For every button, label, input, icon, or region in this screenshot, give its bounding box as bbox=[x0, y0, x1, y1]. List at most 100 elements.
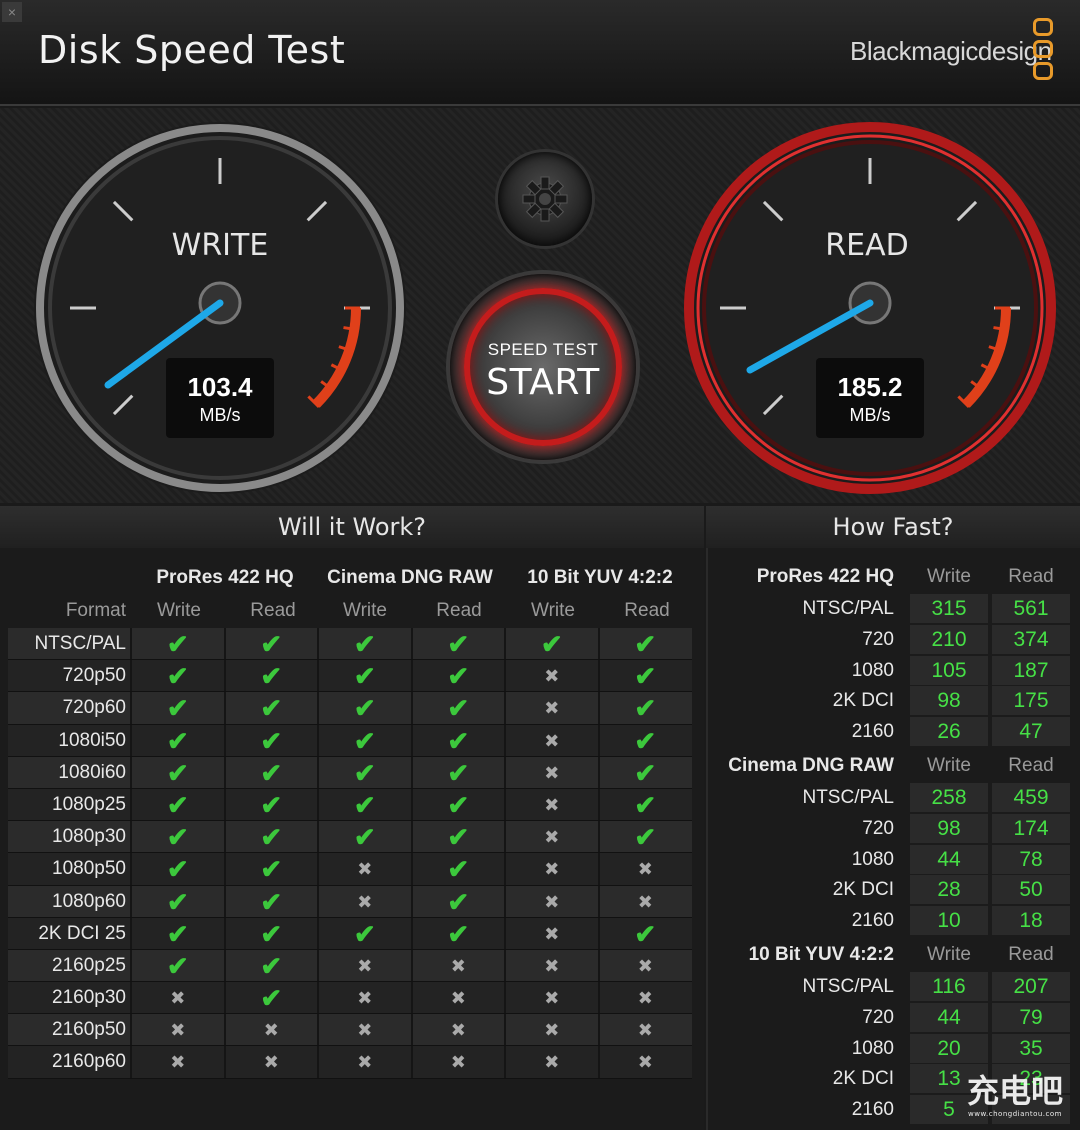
table-row: 1080p25 ✔ ✔ ✔ ✔ ✖ ✔ bbox=[8, 788, 692, 822]
read-speed-unit: MB/s bbox=[849, 405, 891, 425]
table-row: 2160p60 ✖ ✖ ✖ ✖ ✖ ✖ bbox=[8, 1046, 692, 1079]
checkmark-icon: ✔ bbox=[410, 628, 505, 660]
start-button-ring[interactable]: SPEED TEST START bbox=[464, 288, 622, 446]
cross-icon: ✖ bbox=[597, 982, 692, 1014]
write-speed-cell: 10 bbox=[910, 906, 988, 936]
cross-icon: ✖ bbox=[317, 949, 411, 982]
group-header-prores: ProRes 422 HQ bbox=[156, 567, 294, 588]
cross-icon: ✖ bbox=[130, 1046, 224, 1078]
write-speed-cell: 315 bbox=[910, 594, 988, 623]
cross-icon: ✖ bbox=[504, 660, 598, 692]
start-button[interactable]: SPEED TEST START bbox=[450, 274, 636, 460]
write-speed-cell: 258 bbox=[910, 783, 988, 812]
checkmark-icon: ✔ bbox=[130, 917, 224, 949]
cross-icon: ✖ bbox=[410, 1046, 505, 1078]
speed-format-label: 2160 bbox=[851, 910, 894, 932]
read-speed-cell: 207 bbox=[992, 972, 1070, 1001]
format-label: NTSC/PAL bbox=[34, 633, 126, 654]
speed-format-label: 1080 bbox=[851, 848, 894, 870]
checkmark-icon: ✔ bbox=[223, 821, 318, 853]
write-speed-cell: 44 bbox=[910, 1002, 988, 1032]
table-row: 720p60 ✔ ✔ ✔ ✔ ✖ ✔ bbox=[8, 692, 692, 725]
format-label: 720p60 bbox=[62, 697, 126, 719]
sub-header-read: Read bbox=[436, 600, 482, 621]
checkmark-icon: ✔ bbox=[130, 821, 224, 853]
speed-group-header: Cinema DNG RAW bbox=[728, 755, 894, 776]
read-speed-cell: 35 bbox=[992, 1033, 1070, 1063]
cross-icon: ✖ bbox=[504, 821, 598, 853]
speed-row: 2K DCI 98 175 bbox=[706, 686, 1080, 717]
cross-icon: ✖ bbox=[597, 853, 692, 885]
sub-header-write: Write bbox=[157, 600, 201, 621]
cross-icon: ✖ bbox=[317, 885, 411, 917]
cross-icon: ✖ bbox=[317, 853, 411, 885]
read-speed-cell: 47 bbox=[992, 717, 1070, 747]
speed-format-label: 2160 bbox=[851, 721, 894, 743]
checkmark-icon: ✔ bbox=[597, 788, 692, 821]
checkmark-icon: ✔ bbox=[597, 917, 692, 949]
format-label: 1080p30 bbox=[52, 826, 126, 848]
table-row: 720p50 ✔ ✔ ✔ ✔ ✖ ✔ bbox=[8, 660, 692, 693]
checkmark-icon: ✔ bbox=[130, 628, 224, 660]
cross-icon: ✖ bbox=[504, 1014, 598, 1046]
checkmark-icon: ✔ bbox=[597, 660, 692, 692]
write-speed-cell: 98 bbox=[910, 686, 988, 716]
checkmark-icon: ✔ bbox=[597, 821, 692, 853]
read-speed-cell: 18 bbox=[992, 906, 1070, 936]
checkmark-icon: ✔ bbox=[317, 692, 411, 724]
settings-button[interactable] bbox=[498, 152, 592, 246]
read-speed-cell: 174 bbox=[992, 813, 1070, 843]
format-label: 1080p60 bbox=[52, 890, 126, 912]
write-gauge bbox=[34, 122, 406, 494]
speed-format-label: NTSC/PAL bbox=[802, 976, 894, 997]
table-row: 2160p25 ✔ ✔ ✖ ✖ ✖ ✖ bbox=[8, 949, 692, 983]
checkmark-icon: ✔ bbox=[410, 917, 505, 949]
checkmark-icon: ✔ bbox=[130, 949, 224, 982]
speed-row: 720 210 374 bbox=[706, 624, 1080, 656]
cross-icon: ✖ bbox=[130, 1014, 224, 1046]
watermark-url: www.chongdiantou.com bbox=[968, 1110, 1062, 1118]
read-gauge bbox=[684, 122, 1056, 494]
cross-icon: ✖ bbox=[597, 1014, 692, 1046]
title-bar: × Disk Speed Test Blackmagicdesign bbox=[0, 0, 1080, 106]
checkmark-icon: ✔ bbox=[130, 853, 224, 885]
speed-format-label: 2K DCI bbox=[832, 1068, 894, 1090]
format-label: 2K DCI 25 bbox=[38, 922, 126, 944]
start-button-label: START bbox=[486, 362, 600, 403]
compatibility-grid: NTSC/PAL ✔ ✔ ✔ ✔ ✔ ✔ 720p50 ✔ ✔ ✔ ✔ ✖ ✔ 720p60 ✔ ✔ ✔ ✔ ✖ ✔ 10… bbox=[8, 628, 692, 1079]
speed-row: 720 44 79 bbox=[706, 1002, 1080, 1034]
start-button-subtitle: SPEED TEST bbox=[487, 340, 599, 359]
checkmark-icon: ✔ bbox=[130, 724, 224, 756]
checkmark-icon: ✔ bbox=[410, 692, 505, 724]
cross-icon: ✖ bbox=[410, 1014, 505, 1046]
write-speed-unit: MB/s bbox=[199, 405, 241, 425]
checkmark-icon: ✔ bbox=[130, 660, 224, 692]
close-button[interactable]: × bbox=[2, 2, 22, 22]
write-speed-cell: 98 bbox=[910, 813, 988, 843]
write-speed-cell: 28 bbox=[910, 875, 988, 905]
table-row: 1080p50 ✔ ✔ ✖ ✔ ✖ ✖ bbox=[8, 853, 692, 886]
cross-icon: ✖ bbox=[317, 982, 411, 1014]
write-speed-cell: 44 bbox=[910, 844, 988, 874]
checkmark-icon: ✔ bbox=[317, 788, 411, 821]
cross-icon: ✖ bbox=[223, 1046, 318, 1078]
checkmark-icon: ✔ bbox=[597, 628, 692, 660]
format-label: 2160p50 bbox=[52, 1019, 126, 1041]
speed-row: 1080 20 35 bbox=[706, 1033, 1080, 1065]
speed-row: NTSC/PAL 258 459 bbox=[706, 783, 1080, 814]
speed-row: 2K DCI 28 50 bbox=[706, 875, 1080, 906]
table-row: 1080p60 ✔ ✔ ✖ ✔ ✖ ✖ bbox=[8, 885, 692, 918]
speed-format-label: 2K DCI bbox=[832, 690, 894, 712]
checkmark-icon: ✔ bbox=[223, 982, 318, 1014]
checkmark-icon: ✔ bbox=[223, 724, 318, 756]
write-speed-cell: 105 bbox=[910, 655, 988, 685]
cross-icon: ✖ bbox=[410, 982, 505, 1014]
app-title: Disk Speed Test bbox=[38, 28, 346, 72]
checkmark-icon: ✔ bbox=[223, 756, 318, 788]
speed-format-label: 2K DCI bbox=[832, 879, 894, 901]
checkmark-icon: ✔ bbox=[223, 788, 318, 821]
group-header-cinema-dng: Cinema DNG RAW bbox=[327, 567, 493, 588]
brand-name: Blackmagicdesign bbox=[850, 36, 1052, 66]
checkmark-icon: ✔ bbox=[317, 724, 411, 756]
cross-icon: ✖ bbox=[597, 885, 692, 917]
